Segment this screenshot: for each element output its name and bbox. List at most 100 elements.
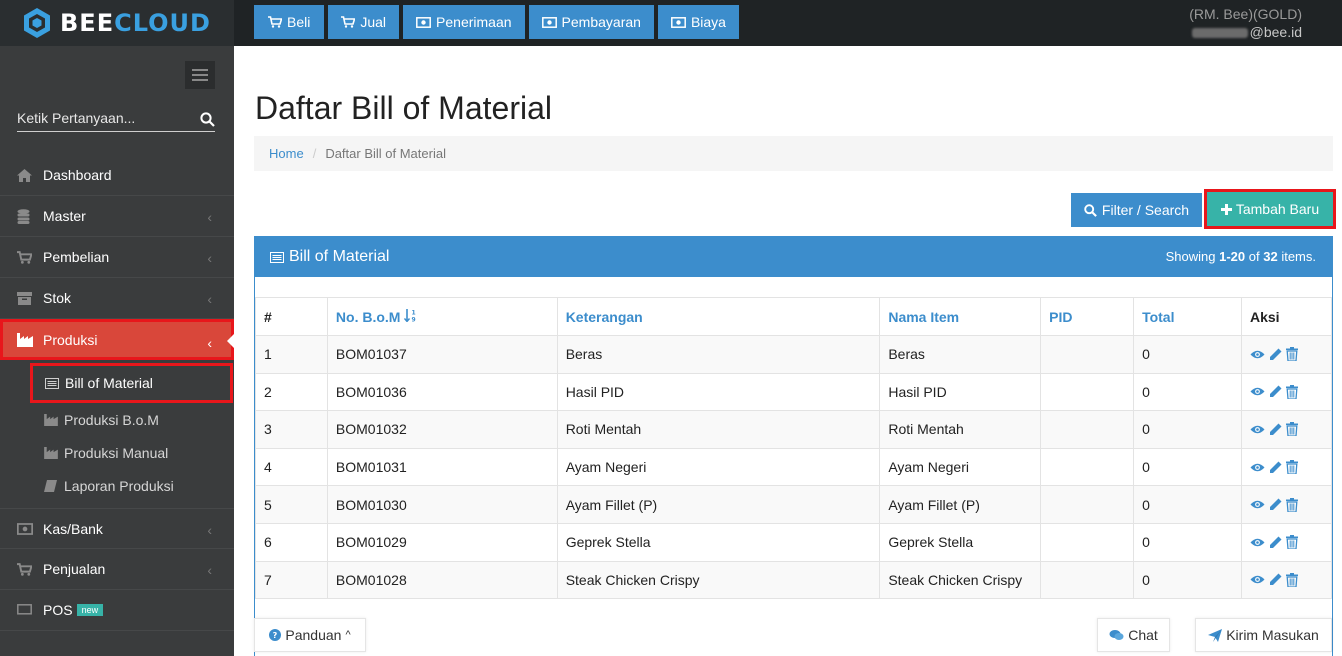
- delete-trash-icon[interactable]: [1285, 460, 1298, 475]
- search-placeholder: Ketik Pertanyaan...: [17, 110, 136, 126]
- chevron-left-icon: ‹: [207, 209, 212, 225]
- main-content: Daftar Bill of Material Home / Daftar Bi…: [234, 46, 1342, 656]
- col-header-nama-item[interactable]: Nama Item: [879, 297, 1042, 336]
- user-company: (RM. Bee)(GOLD): [1189, 6, 1302, 22]
- table-row: 2 BOM01036 Hasil PID Hasil PID 0: [255, 372, 1332, 412]
- cell-number: 2: [255, 372, 328, 412]
- cell-nama-item: Hasil PID: [879, 372, 1042, 412]
- sidebar: Ketik Pertanyaan... Dashboard Master ‹ P…: [0, 46, 234, 656]
- chevron-left-icon: ‹: [207, 291, 212, 307]
- redacted-email-prefix: [1191, 28, 1248, 39]
- delete-trash-icon[interactable]: [1285, 497, 1298, 512]
- sidebar-item-stok[interactable]: Stok ‹: [0, 278, 234, 319]
- col-header-actions: Aksi: [1240, 297, 1332, 336]
- beli-label: Beli: [287, 14, 311, 30]
- money-icon: [17, 522, 33, 535]
- sidebar-item-dashboard[interactable]: Dashboard: [0, 155, 234, 196]
- cell-total: 0: [1133, 372, 1242, 412]
- view-eye-icon[interactable]: [1250, 386, 1265, 397]
- sidebar-item-pembelian[interactable]: Pembelian ‹: [0, 237, 234, 278]
- cell-pid: [1040, 410, 1135, 449]
- delete-trash-icon[interactable]: [1285, 535, 1298, 550]
- sidebar-item-label: Dashboard: [43, 167, 112, 183]
- cell-bom-no: BOM01028: [326, 560, 558, 600]
- delete-trash-icon[interactable]: [1285, 422, 1298, 437]
- brand-logo[interactable]: BEECLOUD: [0, 0, 234, 46]
- add-new-button[interactable]: Tambah Baru: [1204, 189, 1336, 229]
- archive-icon: [17, 291, 32, 305]
- chat-button[interactable]: Chat: [1097, 618, 1170, 652]
- bom-table-wrapper: # No. B.o.M 19 Keterangan Nama Item PID …: [255, 297, 1332, 600]
- sidebar-item-label: Pembelian: [43, 249, 110, 265]
- cell-total: 0: [1133, 560, 1242, 600]
- sidebar-item-kas-bank[interactable]: Kas/Bank ‹: [0, 508, 234, 549]
- sidebar-item-label: Produksi: [43, 331, 98, 348]
- sidebar-subitem-laporan-produksi[interactable]: Laporan Produksi: [0, 469, 234, 502]
- view-eye-icon[interactable]: [1250, 424, 1265, 435]
- sidebar-item-label: Kas/Bank: [43, 520, 103, 537]
- breadcrumb-home-link[interactable]: Home: [269, 146, 304, 161]
- sidebar-search-input[interactable]: Ketik Pertanyaan...: [17, 110, 215, 132]
- sidebar-toggle-button[interactable]: [185, 61, 215, 89]
- col-header-total[interactable]: Total: [1133, 297, 1242, 336]
- sidebar-subitem-produksi-manual[interactable]: Produksi Manual: [0, 436, 234, 469]
- edit-pencil-icon[interactable]: [1269, 573, 1282, 586]
- cell-bom-no: BOM01031: [326, 447, 558, 487]
- cell-nama-item: Steak Chicken Crispy: [879, 560, 1042, 600]
- edit-pencil-icon[interactable]: [1269, 423, 1282, 436]
- panel-title: Bill of Material: [289, 248, 390, 265]
- biaya-button[interactable]: Biaya: [657, 5, 739, 39]
- cell-bom-no: BOM01032: [326, 410, 558, 449]
- view-eye-icon[interactable]: [1250, 349, 1265, 360]
- new-badge: new: [76, 604, 104, 616]
- sidebar-item-label: Master: [43, 208, 86, 224]
- edit-pencil-icon[interactable]: [1269, 348, 1282, 361]
- pembayaran-button[interactable]: Pembayaran: [528, 5, 654, 39]
- biaya-label: Biaya: [690, 14, 726, 30]
- view-eye-icon[interactable]: [1250, 537, 1265, 548]
- cell-pid: [1040, 522, 1135, 562]
- breadcrumb: Home / Daftar Bill of Material: [254, 136, 1333, 171]
- user-menu[interactable]: (RM. Bee)(GOLD) @bee.id: [1189, 5, 1302, 41]
- sidebar-item-master[interactable]: Master ‹: [0, 196, 234, 237]
- delete-trash-icon[interactable]: [1285, 572, 1298, 587]
- industry-icon: [44, 413, 58, 426]
- col-header-bom-no[interactable]: No. B.o.M 19: [326, 297, 558, 336]
- edit-pencil-icon[interactable]: [1269, 461, 1282, 474]
- guide-button[interactable]: ? Panduan ^: [254, 618, 366, 652]
- sidebar-subitem-bill-of-material[interactable]: Bill of Material: [30, 363, 233, 403]
- col-header-keterangan[interactable]: Keterangan: [556, 297, 881, 336]
- col-header-pid[interactable]: PID: [1040, 297, 1135, 336]
- edit-pencil-icon[interactable]: [1269, 536, 1282, 549]
- page-title: Daftar Bill of Material: [255, 90, 552, 126]
- cell-pid: [1040, 335, 1135, 374]
- delete-trash-icon[interactable]: [1285, 347, 1298, 362]
- search-icon[interactable]: [200, 112, 215, 127]
- sidebar-item-pos[interactable]: POS new: [0, 590, 234, 631]
- table-row: 3 BOM01032 Roti Mentah Roti Mentah 0: [255, 410, 1332, 449]
- filter-search-button[interactable]: Filter / Search: [1071, 193, 1202, 227]
- view-eye-icon[interactable]: [1250, 462, 1265, 473]
- cart-icon: [341, 16, 356, 28]
- view-eye-icon[interactable]: [1250, 574, 1265, 585]
- delete-trash-icon[interactable]: [1285, 384, 1298, 399]
- svg-text:9: 9: [412, 316, 416, 322]
- view-eye-icon[interactable]: [1250, 499, 1265, 510]
- beli-button[interactable]: Beli: [254, 5, 325, 39]
- sidebar-item-label: POS: [43, 602, 73, 618]
- plus-icon: [1220, 203, 1232, 215]
- cell-keterangan: Geprek Stella: [556, 522, 881, 562]
- sidebar-item-produksi[interactable]: Produksi ‹: [0, 319, 234, 360]
- send-feedback-button[interactable]: Kirim Masukan: [1195, 618, 1332, 652]
- question-circle-icon: ?: [269, 629, 282, 641]
- edit-pencil-icon[interactable]: [1269, 385, 1282, 398]
- cell-total: 0: [1133, 335, 1242, 374]
- penerimaan-button[interactable]: Penerimaan: [403, 5, 525, 39]
- edit-pencil-icon[interactable]: [1269, 498, 1282, 511]
- jual-button[interactable]: Jual: [328, 5, 400, 39]
- cell-keterangan: Roti Mentah: [556, 410, 881, 449]
- table-row: 4 BOM01031 Ayam Negeri Ayam Negeri 0: [255, 447, 1332, 487]
- sidebar-subitem-label: Produksi Manual: [64, 444, 169, 461]
- sidebar-subitem-produksi-bom[interactable]: Produksi B.o.M: [0, 403, 234, 436]
- sidebar-item-penjualan[interactable]: Penjualan ‹: [0, 549, 234, 590]
